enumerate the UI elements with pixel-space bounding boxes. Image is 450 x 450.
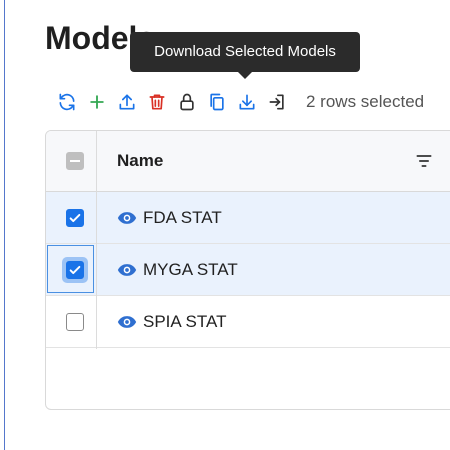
models-grid: Name FDA STAT MYGA STAT SPIA STAT	[45, 130, 450, 410]
model-name: MYGA STAT	[143, 260, 238, 279]
model-name: SPIA STAT	[143, 312, 227, 331]
import-button[interactable]	[262, 88, 292, 116]
select-all-checkbox[interactable]	[66, 152, 84, 170]
column-separator	[96, 131, 97, 349]
eye-icon[interactable]	[117, 263, 137, 277]
trash-icon	[149, 94, 165, 110]
name-column-header[interactable]: Name	[117, 151, 163, 171]
grid-header: Name	[46, 131, 450, 192]
row-checkbox[interactable]	[66, 313, 84, 331]
delete-button[interactable]	[142, 88, 172, 116]
eye-icon[interactable]	[117, 315, 137, 329]
add-icon	[90, 95, 104, 109]
tooltip-arrow	[238, 72, 252, 79]
lock-icon	[180, 93, 194, 111]
download-tooltip: Download Selected Models	[130, 32, 360, 72]
table-row[interactable]: SPIA STAT	[46, 296, 450, 348]
name-cell: SPIA STAT	[117, 296, 226, 348]
table-row[interactable]: MYGA STAT	[46, 244, 450, 296]
filter-icon[interactable]	[414, 151, 434, 171]
refresh-icon	[59, 93, 75, 111]
download-button[interactable]	[232, 88, 262, 116]
checkmark-icon	[69, 213, 81, 223]
copy-button[interactable]	[202, 88, 232, 116]
row-checkbox[interactable]	[66, 261, 84, 279]
import-icon	[269, 94, 284, 110]
model-name: FDA STAT	[143, 208, 222, 227]
add-button[interactable]	[82, 88, 112, 116]
toolbar: 2 rows selected	[52, 88, 424, 116]
name-cell: MYGA STAT	[117, 244, 238, 296]
rows-selected-count: 2 rows selected	[306, 92, 425, 111]
checkmark-icon	[69, 265, 81, 275]
download-icon	[239, 94, 255, 110]
left-border	[4, 0, 5, 450]
eye-icon[interactable]	[117, 211, 137, 225]
upload-icon	[119, 94, 135, 110]
refresh-button[interactable]	[52, 88, 82, 116]
app-frame: Models Download Selected Models 2 rows s…	[0, 0, 450, 450]
row-checkbox[interactable]	[66, 209, 84, 227]
upload-button[interactable]	[112, 88, 142, 116]
name-cell: FDA STAT	[117, 192, 222, 244]
lock-button[interactable]	[172, 88, 202, 116]
copy-icon	[210, 93, 224, 111]
table-row[interactable]: FDA STAT	[46, 192, 450, 244]
